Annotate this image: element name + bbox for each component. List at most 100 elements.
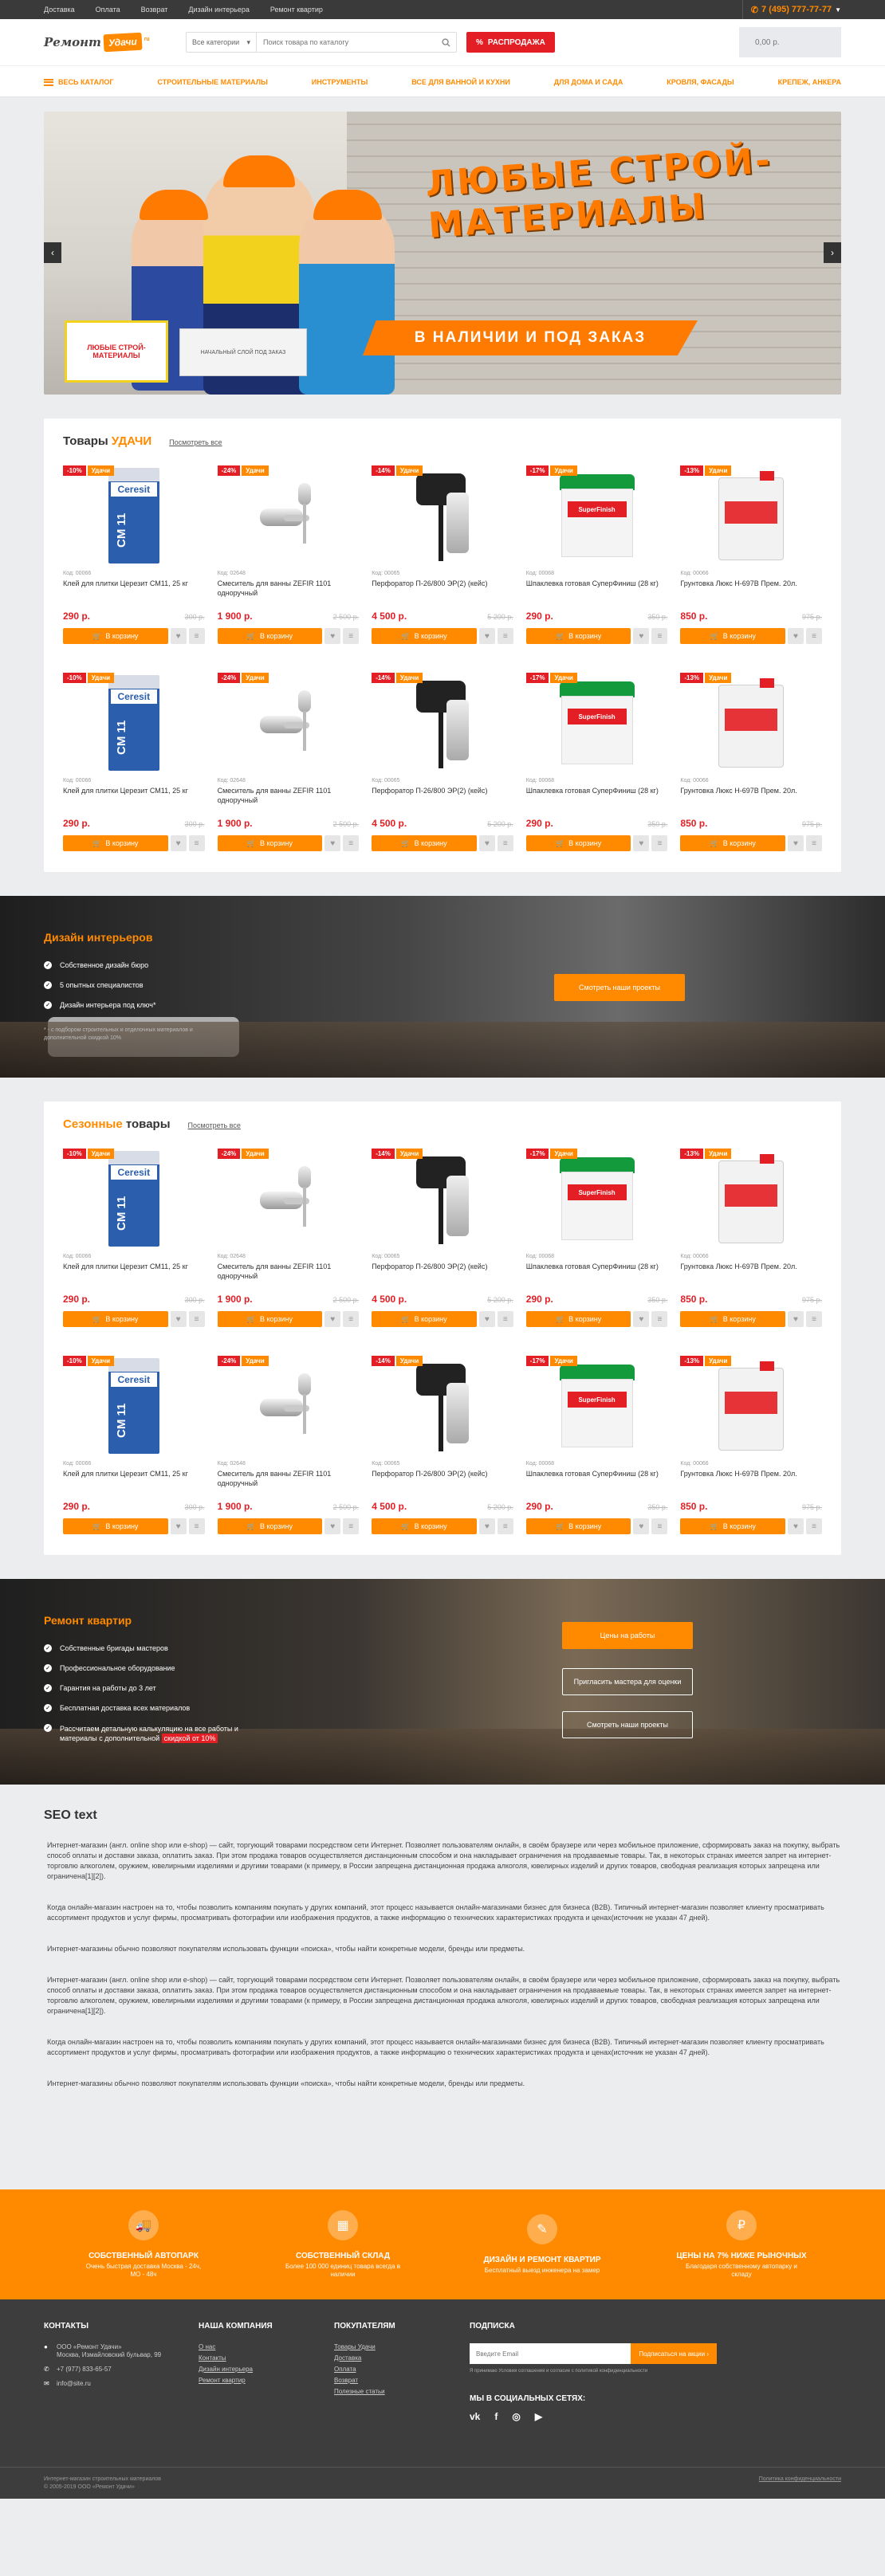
view-projects-button[interactable]: Смотреть наши проекты	[562, 1711, 693, 1738]
favorite-button[interactable]: ♥	[633, 1518, 650, 1534]
footer-link[interactable]: Полезные статьи	[334, 2388, 470, 2395]
add-to-cart-button[interactable]: 🛒 В корзину	[217, 1311, 323, 1327]
product-card[interactable]: -13% Удачи Код: 00066 Грунтовка Люкс Н-69…	[680, 1149, 822, 1327]
product-card[interactable]: -10%Удачи Код: 00066 Клей для плитки Цер…	[63, 1356, 205, 1534]
product-card[interactable]: -24% Удачи Код: 02648 Смеситель для ванны…	[217, 465, 360, 644]
product-name[interactable]: Клей для плитки Церезит СМ11, 25 кг	[63, 579, 205, 598]
favorite-button[interactable]: ♥	[478, 835, 495, 851]
compare-button[interactable]: ≡	[343, 1518, 360, 1534]
menu-item-bath-kitchen[interactable]: ВСЕ ДЛЯ ВАННОЙ И КУХНИ	[411, 78, 510, 86]
product-image-area[interactable]: -14% Удачи	[372, 465, 513, 566]
product-card[interactable]: -14% Удачи Код: 00065 Перфоратор П-26/800…	[372, 1149, 513, 1327]
cart-button[interactable]: 0,00 р.	[739, 27, 841, 57]
logo[interactable]: Ремонт Удачи ru	[44, 32, 181, 53]
email-field[interactable]	[470, 2343, 631, 2364]
footer-link[interactable]: Контакты	[199, 2354, 334, 2362]
search-button[interactable]	[435, 33, 456, 52]
favorite-button[interactable]: ♥	[170, 628, 187, 644]
product-image-area[interactable]: -14% Удачи	[372, 673, 513, 773]
add-to-cart-button[interactable]: 🛒 В корзину	[680, 1518, 785, 1534]
add-to-cart-button[interactable]: 🛒 В корзину	[525, 1518, 631, 1534]
product-card[interactable]: -13% Удачи Код: 00066 Грунтовка Люкс Н-69…	[680, 465, 822, 644]
product-image-area[interactable]: -14% Удачи	[372, 1356, 513, 1456]
product-card[interactable]: -14% Удачи Код: 00065 Перфоратор П-26/800…	[372, 1356, 513, 1534]
compare-button[interactable]: ≡	[497, 835, 513, 851]
product-image-area[interactable]: -13% Удачи	[680, 1149, 822, 1249]
top-link-return[interactable]: Возврат	[141, 6, 168, 14]
add-to-cart-button[interactable]: 🛒 В корзину	[680, 835, 785, 851]
compare-button[interactable]: ≡	[343, 1311, 360, 1327]
add-to-cart-button[interactable]: 🛒 В корзину	[680, 1311, 785, 1327]
product-image-area[interactable]: -17% Удачи SuperFinish	[525, 673, 668, 773]
footer-link[interactable]: Товары Удачи	[334, 2343, 470, 2350]
top-link-payment[interactable]: Оплата	[96, 6, 120, 14]
footer-link[interactable]: Оплата	[334, 2366, 470, 2373]
add-to-cart-button[interactable]: 🛒 В корзину	[525, 628, 631, 644]
agree-checkbox-label[interactable]: Я принимаю Условия соглашения и согласие…	[470, 2369, 717, 2374]
add-to-cart-button[interactable]: 🛒 В корзину	[525, 1311, 631, 1327]
menu-item-home-garden[interactable]: ДЛЯ ДОМА И САДА	[554, 78, 623, 86]
compare-button[interactable]: ≡	[497, 1311, 513, 1327]
compare-button[interactable]: ≡	[188, 835, 205, 851]
compare-button[interactable]: ≡	[806, 835, 822, 851]
compare-button[interactable]: ≡	[651, 835, 668, 851]
work-prices-button[interactable]: Цены на работы	[562, 1622, 693, 1649]
instagram-icon[interactable]: ◎	[512, 2411, 520, 2422]
product-name[interactable]: Шпаклевка готовая СуперФиниш (28 кг)	[526, 1469, 668, 1488]
product-name[interactable]: Шпаклевка готовая СуперФиниш (28 кг)	[526, 1262, 668, 1281]
add-to-cart-button[interactable]: 🛒 В корзину	[217, 835, 323, 851]
product-card[interactable]: -17% Удачи SuperFinish Код: 00068 Шпаклев…	[525, 465, 668, 644]
product-name[interactable]: Клей для плитки Церезит СМ11, 25 кг	[63, 786, 205, 805]
phone-dropdown[interactable]: ✆ 7 (495) 777-77-77 ▼	[741, 0, 841, 19]
product-name[interactable]: Смеситель для ванны ZEFIR 1101 одноручны…	[218, 1262, 360, 1281]
product-name[interactable]: Смеситель для ванны ZEFIR 1101 одноручны…	[218, 1469, 360, 1488]
top-link-design[interactable]: Дизайн интерьера	[188, 6, 250, 14]
add-to-cart-button[interactable]: 🛒 В корзину	[372, 835, 477, 851]
favorite-button[interactable]: ♥	[788, 1311, 804, 1327]
search-category-select[interactable]: Все категории ▾	[187, 33, 257, 52]
add-to-cart-button[interactable]: 🛒 В корзину	[680, 628, 785, 644]
product-card[interactable]: -24% Удачи Код: 02648 Смеситель для ванны…	[217, 1149, 360, 1327]
add-to-cart-button[interactable]: 🛒 В корзину	[63, 628, 168, 644]
footer-phone[interactable]: ✆ +7 (977) 833-65-57	[44, 2366, 199, 2374]
hero-banner[interactable]: ЛЮБЫЕ СТРОЙ-МАТЕРИАЛЫ В НАЛИЧИИ И ПОД ЗА…	[44, 112, 841, 395]
favorite-button[interactable]: ♥	[478, 1518, 495, 1534]
compare-button[interactable]: ≡	[188, 1311, 205, 1327]
facebook-icon[interactable]: f	[494, 2411, 498, 2422]
favorite-button[interactable]: ♥	[633, 835, 650, 851]
product-name[interactable]: Шпаклевка готовая СуперФиниш (28 кг)	[526, 579, 668, 598]
product-card[interactable]: -24% Удачи Код: 02648 Смеситель для ванны…	[217, 673, 360, 851]
product-image-area[interactable]: -17% Удачи SuperFinish	[525, 1356, 668, 1456]
compare-button[interactable]: ≡	[651, 628, 668, 644]
menu-item-building-materials[interactable]: СТРОИТЕЛЬНЫЕ МАТЕРИАЛЫ	[157, 78, 267, 86]
product-name[interactable]: Смеситель для ванны ZEFIR 1101 одноручны…	[218, 579, 360, 598]
compare-button[interactable]: ≡	[188, 1518, 205, 1534]
view-all-link[interactable]: Посмотреть все	[188, 1121, 241, 1129]
compare-button[interactable]: ≡	[806, 1518, 822, 1534]
footer-link[interactable]: Дизайн интерьера	[199, 2366, 334, 2373]
favorite-button[interactable]: ♥	[788, 628, 804, 644]
product-card[interactable]: -13% Удачи Код: 00066 Грунтовка Люкс Н-69…	[680, 673, 822, 851]
product-name[interactable]: Перфоратор П-26/800 ЭР(2) (кейс)	[372, 1262, 513, 1281]
product-card[interactable]: -17% Удачи SuperFinish Код: 00068 Шпаклев…	[525, 673, 668, 851]
favorite-button[interactable]: ♥	[170, 835, 187, 851]
product-image-area[interactable]: -13% Удачи	[680, 1356, 822, 1456]
menu-item-catalog[interactable]: ВЕСЬ КАТАЛОГ	[44, 78, 113, 86]
compare-button[interactable]: ≡	[806, 628, 822, 644]
favorite-button[interactable]: ♥	[788, 835, 804, 851]
product-image-area[interactable]: -10% Удачи	[63, 673, 205, 773]
favorite-button[interactable]: ♥	[478, 1311, 495, 1327]
product-name[interactable]: Клей для плитки Церезит СМ11, 25 кг	[63, 1262, 205, 1281]
product-name[interactable]: Перфоратор П-26/800 ЭР(2) (кейс)	[372, 786, 513, 805]
product-image-area[interactable]: -17% Удачи SuperFinish	[525, 1149, 668, 1249]
add-to-cart-button[interactable]: 🛒 В корзину	[63, 835, 168, 851]
favorite-button[interactable]: ♥	[324, 628, 341, 644]
product-image-area[interactable]: -10% Удачи	[63, 1149, 205, 1249]
add-to-cart-button[interactable]: 🛒 В корзину	[372, 628, 477, 644]
subscribe-button[interactable]: Подписаться на акции ›	[631, 2343, 717, 2364]
compare-button[interactable]: ≡	[343, 628, 360, 644]
favorite-button[interactable]: ♥	[324, 835, 341, 851]
add-to-cart-button[interactable]: 🛒 В корзину	[525, 835, 631, 851]
vk-icon[interactable]: vk	[470, 2411, 480, 2422]
product-image-area[interactable]: -24% Удачи	[217, 1356, 360, 1456]
